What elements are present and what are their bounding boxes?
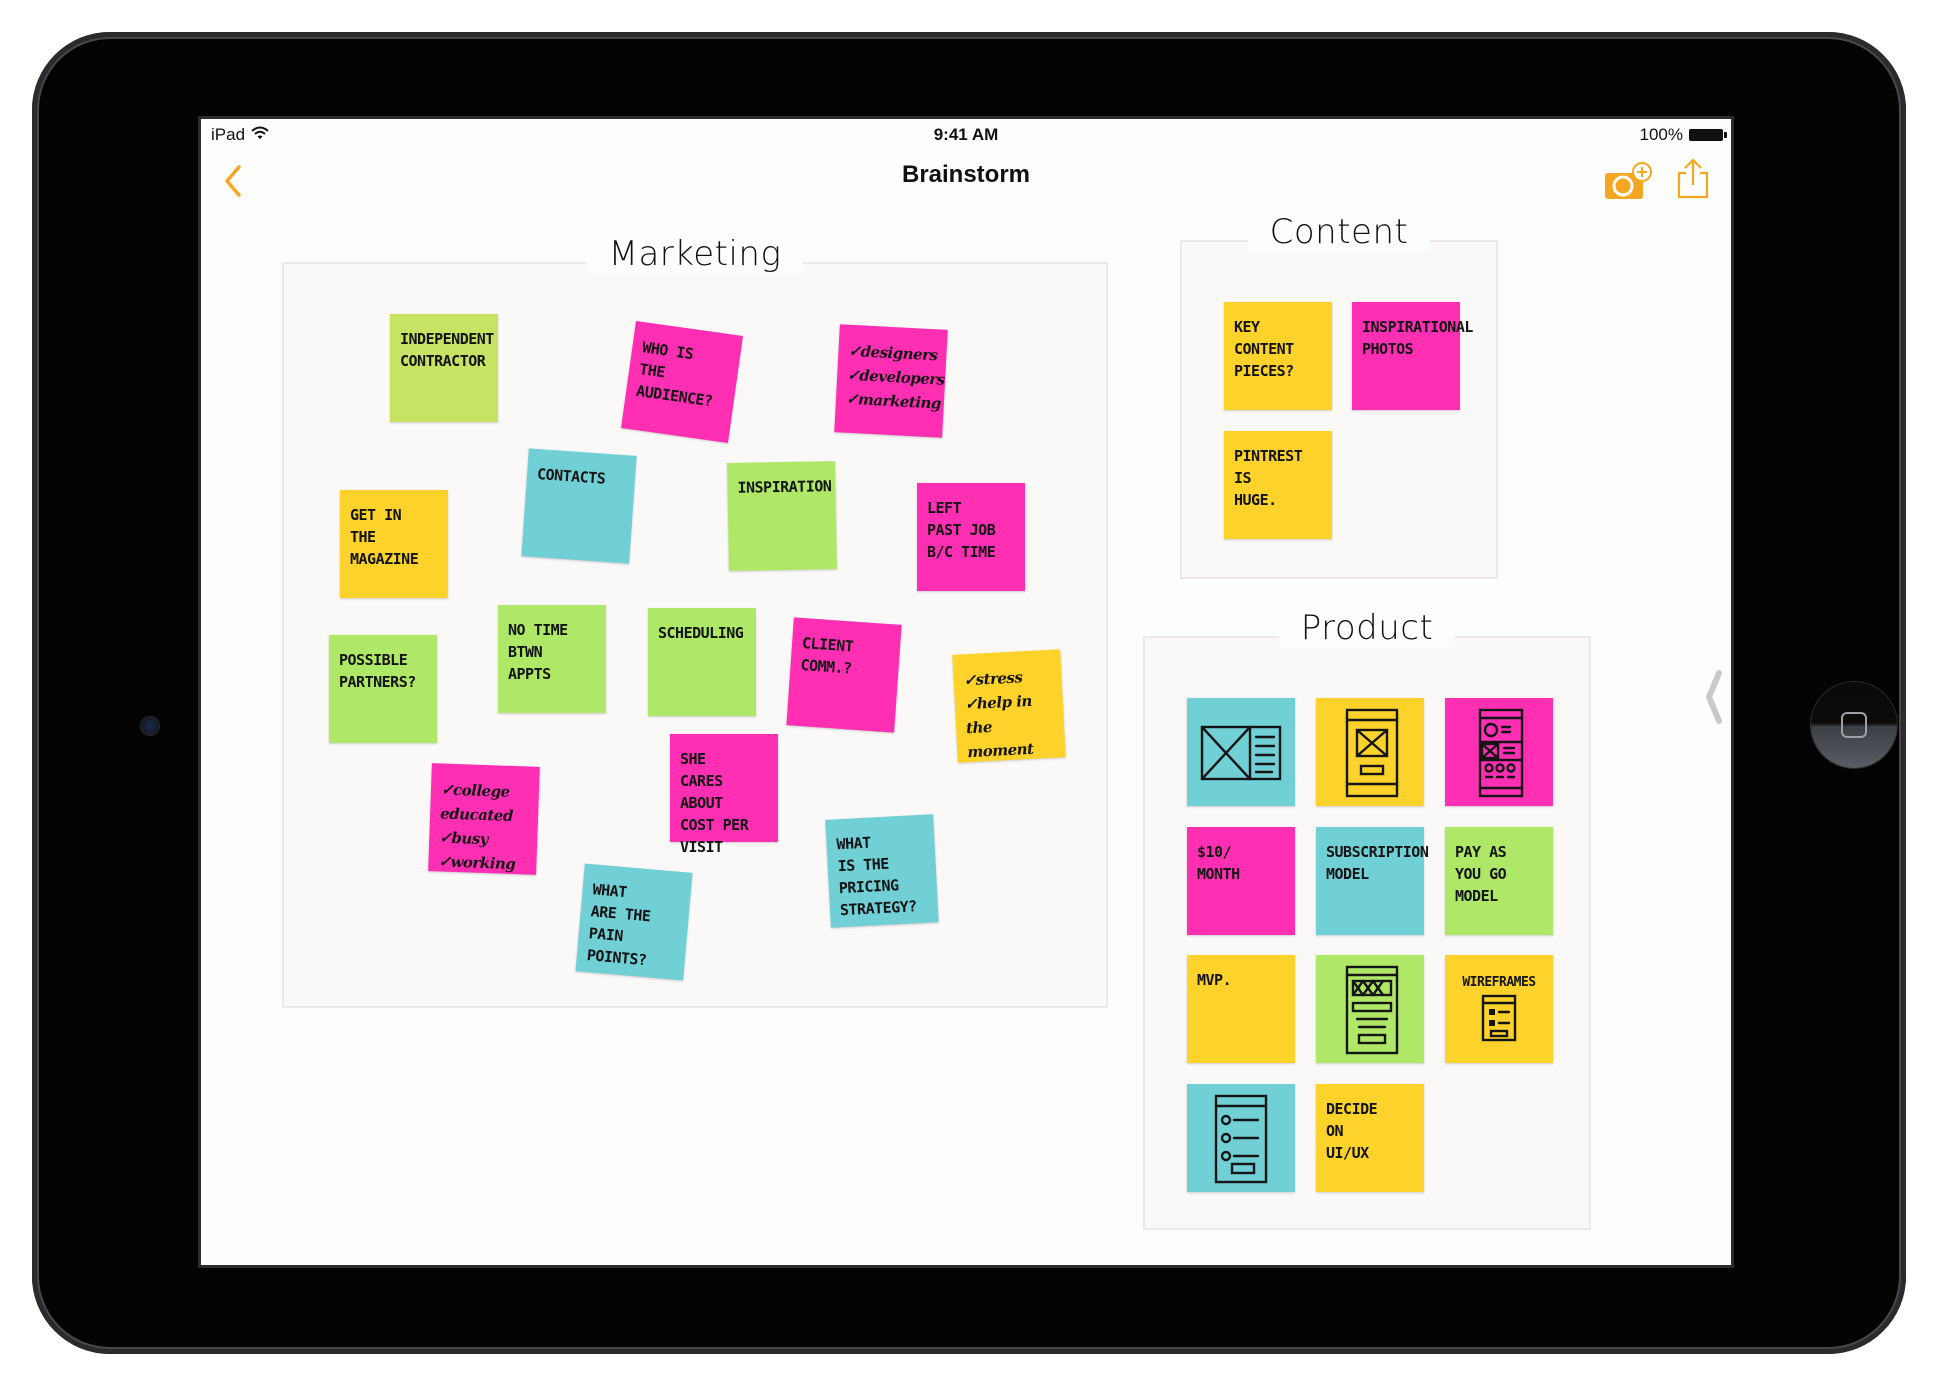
sticky-note[interactable]: She cares about cost per visit [670, 734, 778, 856]
sticky-note[interactable]: Decide on UI/UX [1316, 1084, 1424, 1192]
sticky-note-text: Decide on UI/UX [1326, 1100, 1378, 1162]
board-title: Content [1247, 212, 1431, 252]
sticky-note[interactable]: Left past job b/c time [917, 483, 1025, 591]
sticky-note[interactable]: What is the pricing strategy? [825, 814, 939, 928]
sticky-note-text: Possible partners? [339, 651, 416, 691]
chevron-left-icon [1706, 670, 1722, 724]
sticky-note-text: ✓stress ✓help in the moment [963, 668, 1034, 762]
sticky-note-text: MVP. [1197, 971, 1232, 989]
sticky-note[interactable]: Subscription model [1316, 827, 1429, 935]
share-icon [1677, 158, 1709, 199]
sticky-note[interactable]: Get in the magazine [340, 490, 448, 598]
sticky-note-text: What are the pain points? [586, 880, 652, 970]
sticky-note[interactable]: Inspirational photos [1352, 302, 1473, 410]
sticky-note[interactable]: Wireframes [1445, 955, 1553, 1063]
sticky-note[interactable] [1316, 698, 1424, 806]
sticky-note-text: Inspirational photos [1362, 318, 1473, 358]
sticky-note[interactable] [1445, 698, 1553, 806]
sticky-note[interactable]: MVP. [1187, 955, 1295, 1063]
screen: iPad 9:41 AM 100% Brainstorm Marketing C… [198, 116, 1734, 1268]
clock: 9:41 AM [933, 125, 999, 144]
sticky-note-text: She cares about cost per visit [680, 750, 749, 856]
sticky-note-text: Client comm.? [799, 634, 854, 678]
sticky-note-text: $10/ month [1197, 843, 1240, 883]
sticky-note-text: ✓designers ✓developers ✓marketing [845, 341, 946, 413]
home-button-icon [1841, 712, 1867, 738]
status-bar: iPad 9:41 AM 100% [201, 119, 1731, 147]
wireframe-web-layout-icon [1196, 717, 1286, 787]
sticky-note-text: No time btwn appts [508, 621, 568, 683]
wireframe-mobile-list-icon [1206, 1090, 1276, 1186]
sticky-note-text: Independent Contractor [400, 330, 494, 370]
sticky-note[interactable]: Inspiration [727, 461, 837, 571]
wireframe-mobile-form-icon [1335, 961, 1405, 1057]
sticky-note[interactable] [1187, 698, 1295, 806]
sticky-note[interactable]: Scheduling [648, 608, 756, 716]
sticky-note[interactable]: Possible partners? [329, 635, 437, 743]
sticky-note-text: Left past job b/c time [927, 499, 996, 561]
board-title: Marketing [586, 234, 804, 274]
add-photo-icon [1605, 162, 1652, 199]
sticky-note[interactable]: Pay as you go model [1445, 827, 1553, 935]
sticky-note[interactable]: Pintrest is huge. [1224, 431, 1332, 539]
battery-icon [1689, 129, 1727, 141]
add-photo-button[interactable] [1603, 161, 1655, 201]
sticky-note[interactable]: What are the pain points? [575, 863, 693, 981]
sticky-note-text: Pay as you go model [1455, 843, 1507, 905]
sticky-note[interactable]: ✓stress ✓help in the moment [952, 649, 1066, 763]
sticky-note[interactable]: Client comm.? [786, 617, 902, 733]
sticky-note[interactable]: Who is the audience? [621, 321, 743, 443]
share-button[interactable] [1673, 157, 1713, 201]
sticky-note-text: Key content pieces? [1234, 318, 1294, 380]
sticky-note-text: Contacts [536, 465, 606, 488]
sticky-note-text: Subscription model [1326, 843, 1429, 883]
side-panel-handle[interactable] [1703, 669, 1727, 725]
wireframe-mobile-grid-icon [1464, 704, 1534, 800]
sticky-note[interactable] [1187, 1084, 1295, 1192]
sticky-note-text: Scheduling [658, 624, 744, 642]
sticky-note[interactable]: Independent Contractor [390, 314, 498, 422]
sticky-note[interactable] [1316, 955, 1424, 1063]
front-camera [140, 716, 160, 736]
battery-percent: 100% [1639, 125, 1683, 144]
sticky-note-text: Who is the audience? [635, 338, 714, 411]
sticky-note-text: Get in the magazine [350, 506, 419, 568]
wireframe-mobile-image-icon [1335, 704, 1405, 800]
sticky-note[interactable]: Contacts [521, 448, 637, 564]
sticky-note[interactable]: Key content pieces? [1224, 302, 1332, 410]
sticky-note-text: ✓college educated ✓busy ✓working [438, 780, 516, 874]
sticky-note-text: Wireframes [1462, 975, 1536, 990]
sticky-note-text: Inspiration [737, 477, 832, 497]
nav-bar: Brainstorm [201, 147, 1731, 203]
sticky-note[interactable]: ✓college educated ✓busy ✓working [428, 763, 540, 875]
page-title: Brainstorm [901, 161, 1031, 188]
sticky-note[interactable]: ✓designers ✓developers ✓marketing [834, 324, 948, 438]
board-title: Product [1278, 608, 1456, 648]
sticky-note[interactable]: $10/ month [1187, 827, 1295, 935]
sticky-note-text: Pintrest is huge. [1234, 447, 1303, 509]
sticky-note[interactable]: No time btwn appts [498, 605, 606, 713]
wireframe-small-list-icon [1479, 992, 1519, 1044]
home-button[interactable] [1811, 682, 1897, 768]
sticky-note-text: What is the pricing strategy? [836, 833, 918, 920]
